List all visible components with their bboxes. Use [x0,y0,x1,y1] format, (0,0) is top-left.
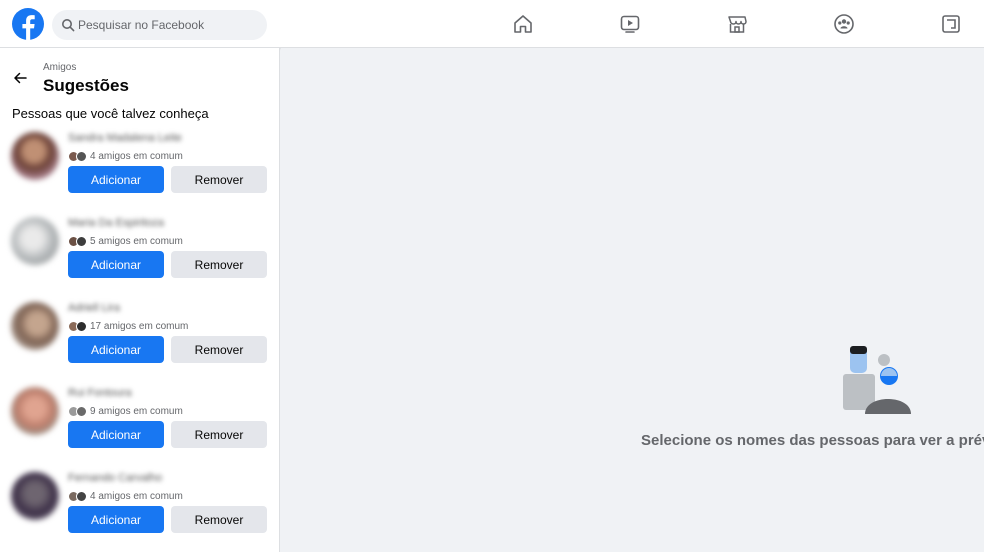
nav-home[interactable] [511,12,535,36]
mutual-avatar [76,150,87,162]
empty-state-text: Selecione os nomes das pessoas para ver … [641,432,984,449]
home-icon [514,15,532,33]
remove-suggestion-button[interactable]: Remover [171,421,267,448]
add-friend-button[interactable]: Adicionar [68,336,164,363]
mutual-friends-text[interactable]: 17 amigos em comum [90,321,188,332]
friends-illustration-icon [843,346,911,414]
breadcrumb[interactable]: Amigos [43,62,76,73]
nav-marketplace[interactable] [725,12,749,36]
suggestion-card[interactable]: Adriell Lira 17 amigos em comum Adiciona… [0,296,279,380]
nav-watch[interactable] [618,12,642,36]
nav-gaming[interactable] [939,12,963,36]
section-title: Pessoas que você talvez conheça [12,106,209,121]
add-friend-button[interactable]: Adicionar [68,421,164,448]
mutual-friends: 5 amigos em comum [68,234,183,248]
avatar[interactable] [11,132,59,180]
page-title: Sugestões [43,76,129,95]
mutual-avatar [76,235,87,247]
search-icon [61,18,75,32]
mutual-friends-text[interactable]: 9 amigos em comum [90,406,183,417]
mutual-friends: 4 amigos em comum [68,149,183,163]
add-friend-button[interactable]: Adicionar [68,506,164,533]
mutual-friends: 9 amigos em comum [68,404,183,418]
avatar[interactable] [11,472,59,520]
search-input[interactable] [78,10,258,40]
mutual-avatar [76,490,87,502]
suggestion-name[interactable]: Sandra Madalena Leite [68,132,182,144]
add-friend-button[interactable]: Adicionar [68,251,164,278]
mutual-friends-text[interactable]: 4 amigos em comum [90,151,183,162]
mutual-avatar [76,405,87,417]
search-bar[interactable] [52,10,267,40]
suggestion-card[interactable]: Rui Fontoura 9 amigos em comum Adicionar… [0,381,279,465]
remove-suggestion-button[interactable]: Remover [171,506,267,533]
avatar[interactable] [11,387,59,435]
nav-groups[interactable] [832,12,856,36]
avatar[interactable] [11,302,59,350]
arrow-left-icon [14,72,27,84]
back-button[interactable] [10,68,30,88]
video-icon [620,15,640,33]
add-friend-button[interactable]: Adicionar [68,166,164,193]
suggestion-name[interactable]: Maria Da Espiritoza [68,217,164,229]
profile-preview-area: Selecione os nomes das pessoas para ver … [281,48,984,552]
remove-suggestion-button[interactable]: Remover [171,251,267,278]
mutual-friends-text[interactable]: 4 amigos em comum [90,491,183,502]
mutual-avatar [76,320,87,332]
suggestion-card[interactable]: Sandra Madalena Leite 4 amigos em comum … [0,126,279,210]
mutual-friends: 4 amigos em comum [68,489,183,503]
suggestion-card[interactable]: Fernando Carvalho 4 amigos em comum Adic… [0,466,279,550]
gaming-icon [942,15,960,33]
remove-suggestion-button[interactable]: Remover [171,336,267,363]
suggestion-name[interactable]: Adriell Lira [68,302,120,314]
mutual-friends: 17 amigos em comum [68,319,188,333]
store-icon [728,16,747,33]
facebook-logo[interactable] [12,8,44,40]
mutual-friends-text[interactable]: 5 amigos em comum [90,236,183,247]
suggestion-name[interactable]: Rui Fontoura [68,387,132,399]
suggestions-panel: Amigos Sugestões Pessoas que você talvez… [0,48,280,552]
top-navigation-bar [0,0,984,48]
avatar[interactable] [11,217,59,265]
groups-icon [834,14,854,34]
remove-suggestion-button[interactable]: Remover [171,166,267,193]
suggestion-name[interactable]: Fernando Carvalho [68,472,162,484]
suggestion-card[interactable]: Maria Da Espiritoza 5 amigos em comum Ad… [0,211,279,295]
